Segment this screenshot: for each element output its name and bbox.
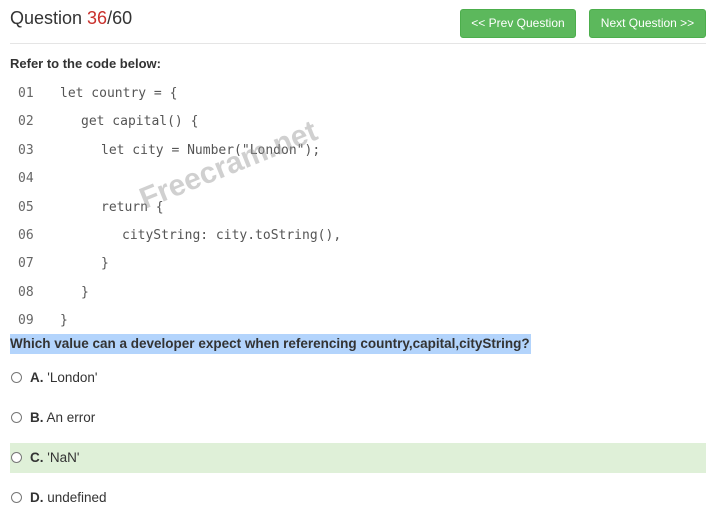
option-d[interactable]: D. undefined	[10, 483, 706, 513]
question-number: 36	[87, 8, 108, 28]
option-text: An error	[43, 410, 96, 425]
option-text: undefined	[43, 490, 107, 505]
radio-button[interactable]	[11, 492, 22, 503]
option-letter: D.	[30, 490, 44, 505]
radio-button[interactable]	[11, 372, 22, 383]
code-text: }	[60, 313, 68, 329]
code-line: 08 }	[18, 279, 458, 307]
line-number: 06	[18, 227, 34, 243]
question-counter: Question 36/60	[10, 8, 132, 29]
option-label: D. undefined	[30, 483, 107, 513]
option-b[interactable]: B. An error	[10, 403, 706, 433]
line-number: 08	[18, 284, 34, 300]
code-text: get capital() {	[81, 114, 199, 130]
option-text: 'NaN'	[43, 450, 80, 465]
question-text: Which value can a developer expect when …	[10, 334, 531, 354]
option-a[interactable]: A. 'London'	[10, 363, 706, 393]
question-total: /60	[107, 8, 133, 28]
radio-button[interactable]	[11, 452, 22, 463]
question-label: Question	[10, 8, 88, 28]
code-block: 01 let country = { 02 get capital() { 03…	[18, 80, 458, 336]
option-letter: B.	[30, 410, 44, 425]
line-number: 07	[18, 256, 34, 272]
option-c[interactable]: C. 'NaN'	[10, 443, 706, 473]
line-number: 02	[18, 114, 34, 130]
option-letter: C.	[30, 450, 44, 465]
question-prompt: Refer to the code below:	[10, 56, 161, 71]
option-text: 'London'	[43, 370, 98, 385]
question-header: Question 36/60 << Prev Question Next Que…	[10, 0, 706, 44]
option-label: C. 'NaN'	[30, 443, 79, 473]
option-label: A. 'London'	[30, 363, 97, 393]
code-text: }	[101, 256, 109, 272]
line-number: 04	[18, 171, 34, 187]
code-line: 02 get capital() {	[18, 108, 458, 136]
code-line: 09 }	[18, 307, 458, 335]
line-number: 05	[18, 199, 34, 215]
option-letter: A.	[30, 370, 44, 385]
code-line: 07 }	[18, 250, 458, 278]
code-line: 01 let country = {	[18, 80, 458, 108]
next-question-button[interactable]: Next Question >>	[589, 9, 706, 38]
line-number: 03	[18, 142, 34, 158]
prev-question-button[interactable]: << Prev Question	[460, 9, 576, 38]
line-number: 09	[18, 313, 34, 329]
line-number: 01	[18, 86, 34, 101]
code-text: cityString: city.toString(),	[122, 227, 342, 243]
radio-button[interactable]	[11, 412, 22, 423]
code-line: 05 return {	[18, 194, 458, 222]
option-label: B. An error	[30, 403, 95, 433]
code-line: 06 cityString: city.toString(),	[18, 222, 458, 250]
code-text: let country = {	[60, 86, 178, 101]
code-text: }	[81, 284, 89, 300]
